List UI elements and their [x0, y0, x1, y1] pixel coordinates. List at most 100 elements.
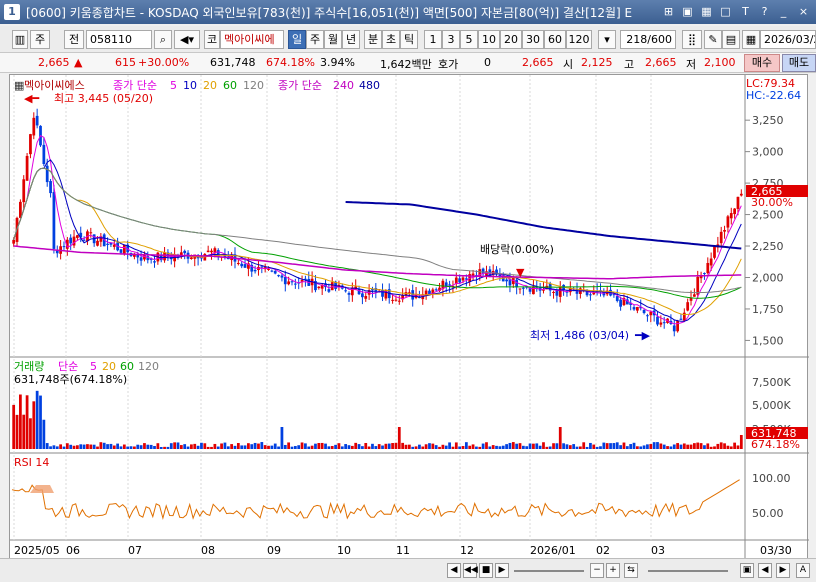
- interval-3[interactable]: 3: [442, 30, 460, 49]
- title-bar: 1 [0600] 키움종합차트 - KOSDAQ 외국인보유[783(천)] 주…: [0, 0, 816, 24]
- volume-bar: [176, 442, 180, 449]
- scroll-track[interactable]: [514, 570, 584, 572]
- right-icon[interactable]: ▶: [776, 563, 790, 578]
- interval-5[interactable]: 5: [460, 30, 478, 49]
- bottom-bar: ◀ ◀◀ ■ ▶ − + ⇆ ▣ ◀ ▶ A: [0, 558, 816, 582]
- period-second[interactable]: 초: [382, 30, 400, 49]
- period-week[interactable]: 주: [306, 30, 324, 49]
- x-tick-label: 02: [596, 544, 610, 557]
- chart-panel[interactable]: ▦ 멕아이씨에스 종가 단순 5 10 20 60 120 종가 단순 240 …: [9, 74, 809, 560]
- window-title: [0600] 키움종합차트 - KOSDAQ 외국인보유[783(천)] 주식수…: [26, 6, 633, 20]
- candle-body: [662, 322, 666, 324]
- zoom-track[interactable]: [648, 570, 728, 572]
- minimize-icon[interactable]: _: [776, 4, 791, 19]
- close-icon[interactable]: ×: [796, 4, 811, 19]
- candle-body: [693, 294, 696, 297]
- candle-body: [397, 300, 401, 302]
- candle-body: [45, 165, 49, 183]
- volume-bar: [401, 442, 405, 449]
- restore-icon[interactable]: ▣: [680, 4, 695, 19]
- text-icon[interactable]: T: [738, 4, 753, 19]
- name-prefix[interactable]: 코: [204, 30, 220, 49]
- interval-20[interactable]: 20: [500, 30, 522, 49]
- volume-bar: [96, 446, 99, 449]
- interval-1[interactable]: 1: [424, 30, 442, 49]
- volume-bar: [485, 442, 488, 449]
- period-minute[interactable]: 분: [364, 30, 382, 49]
- stock-code-input[interactable]: 058110: [86, 30, 152, 49]
- interval-60[interactable]: 60: [544, 30, 566, 49]
- link-icon[interactable]: ⊞: [661, 4, 676, 19]
- volume-bar: [290, 446, 294, 449]
- interval-10[interactable]: 10: [478, 30, 500, 49]
- sound-icon[interactable]: ◀▾: [174, 30, 200, 49]
- prev-icon[interactable]: ◀: [447, 563, 461, 578]
- volume-bar: [149, 444, 153, 449]
- price-tick-label: 2,000: [752, 271, 784, 284]
- fit-icon[interactable]: ⇆: [624, 563, 638, 578]
- candle-body: [327, 289, 331, 292]
- stock-name-field[interactable]: 멕아이씨에: [220, 30, 284, 49]
- volume-bar: [726, 445, 730, 449]
- date-field[interactable]: 2026/03/2: [760, 30, 816, 49]
- volume-bar: [364, 442, 368, 449]
- first-icon[interactable]: ◀◀: [463, 563, 478, 578]
- volume-bar: [461, 446, 465, 449]
- interval-30[interactable]: 30: [522, 30, 544, 49]
- candle-body: [122, 244, 126, 254]
- rsi-overbought-fill: [30, 485, 54, 493]
- tool-icon[interactable]: ✎: [704, 30, 722, 49]
- next-icon[interactable]: ▶: [495, 563, 509, 578]
- grid-icon[interactable]: ⣿: [682, 30, 702, 49]
- volume-bar: [69, 444, 73, 449]
- volume-bar: [602, 442, 606, 449]
- candle-body: [736, 196, 740, 209]
- interval-120[interactable]: 120: [566, 30, 592, 49]
- period-tick[interactable]: 틱: [400, 30, 418, 49]
- type-select[interactable]: 주: [30, 30, 50, 49]
- volume-bar: [642, 445, 646, 449]
- volume-bar: [481, 443, 485, 449]
- stop-icon[interactable]: ■: [479, 563, 493, 578]
- volume-bar: [609, 443, 612, 449]
- text-size-icon[interactable]: A: [796, 563, 810, 578]
- candle-body: [361, 293, 364, 298]
- buy-button[interactable]: 매수: [744, 54, 780, 72]
- lock-icon[interactable]: ▣: [740, 563, 754, 578]
- maximize-icon[interactable]: □: [718, 4, 733, 19]
- period-month[interactable]: 월: [324, 30, 342, 49]
- dropdown-icon[interactable]: ▾: [598, 30, 616, 49]
- calendar-icon[interactable]: ▦: [742, 30, 760, 49]
- stock-chart[interactable]: ▦ 멕아이씨에스 종가 단순 5 10 20 60 120 종가 단순 240 …: [10, 75, 809, 560]
- dividend-annotation: 배당락(0.00%): [480, 243, 554, 256]
- period-year[interactable]: 년: [342, 30, 360, 49]
- candle-body: [96, 240, 99, 246]
- save-icon[interactable]: ▤: [722, 30, 740, 49]
- zoom-in-icon[interactable]: +: [606, 563, 620, 578]
- zoom-out-icon[interactable]: −: [590, 563, 604, 578]
- period-day[interactable]: 일: [288, 30, 306, 49]
- candle-body: [739, 193, 743, 196]
- tile-icon[interactable]: ▦: [699, 4, 714, 19]
- volume-bar: [568, 445, 572, 449]
- candle-body: [29, 134, 32, 155]
- help-icon[interactable]: ?: [757, 4, 772, 19]
- candle-body: [243, 264, 247, 268]
- left-icon[interactable]: ◀: [758, 563, 772, 578]
- config-icon[interactable]: ▥: [12, 30, 28, 49]
- volume-bar: [639, 446, 643, 449]
- volume-bar: [498, 446, 502, 449]
- candle-body: [723, 229, 726, 232]
- volume-bar: [535, 443, 539, 449]
- count-field[interactable]: 218/600: [620, 30, 676, 49]
- candle-body: [592, 292, 596, 295]
- legend-stock-name: 멕아이씨에스: [24, 79, 85, 92]
- candle-body: [76, 235, 79, 238]
- search-icon[interactable]: ⌕: [154, 30, 172, 49]
- all-button[interactable]: 전: [64, 30, 84, 49]
- app-icon[interactable]: 1: [4, 4, 20, 20]
- sell-button[interactable]: 매도: [782, 54, 816, 72]
- turnover-ratio: 3.94%: [320, 56, 355, 69]
- candle-body: [518, 288, 522, 290]
- candle-body: [287, 281, 291, 285]
